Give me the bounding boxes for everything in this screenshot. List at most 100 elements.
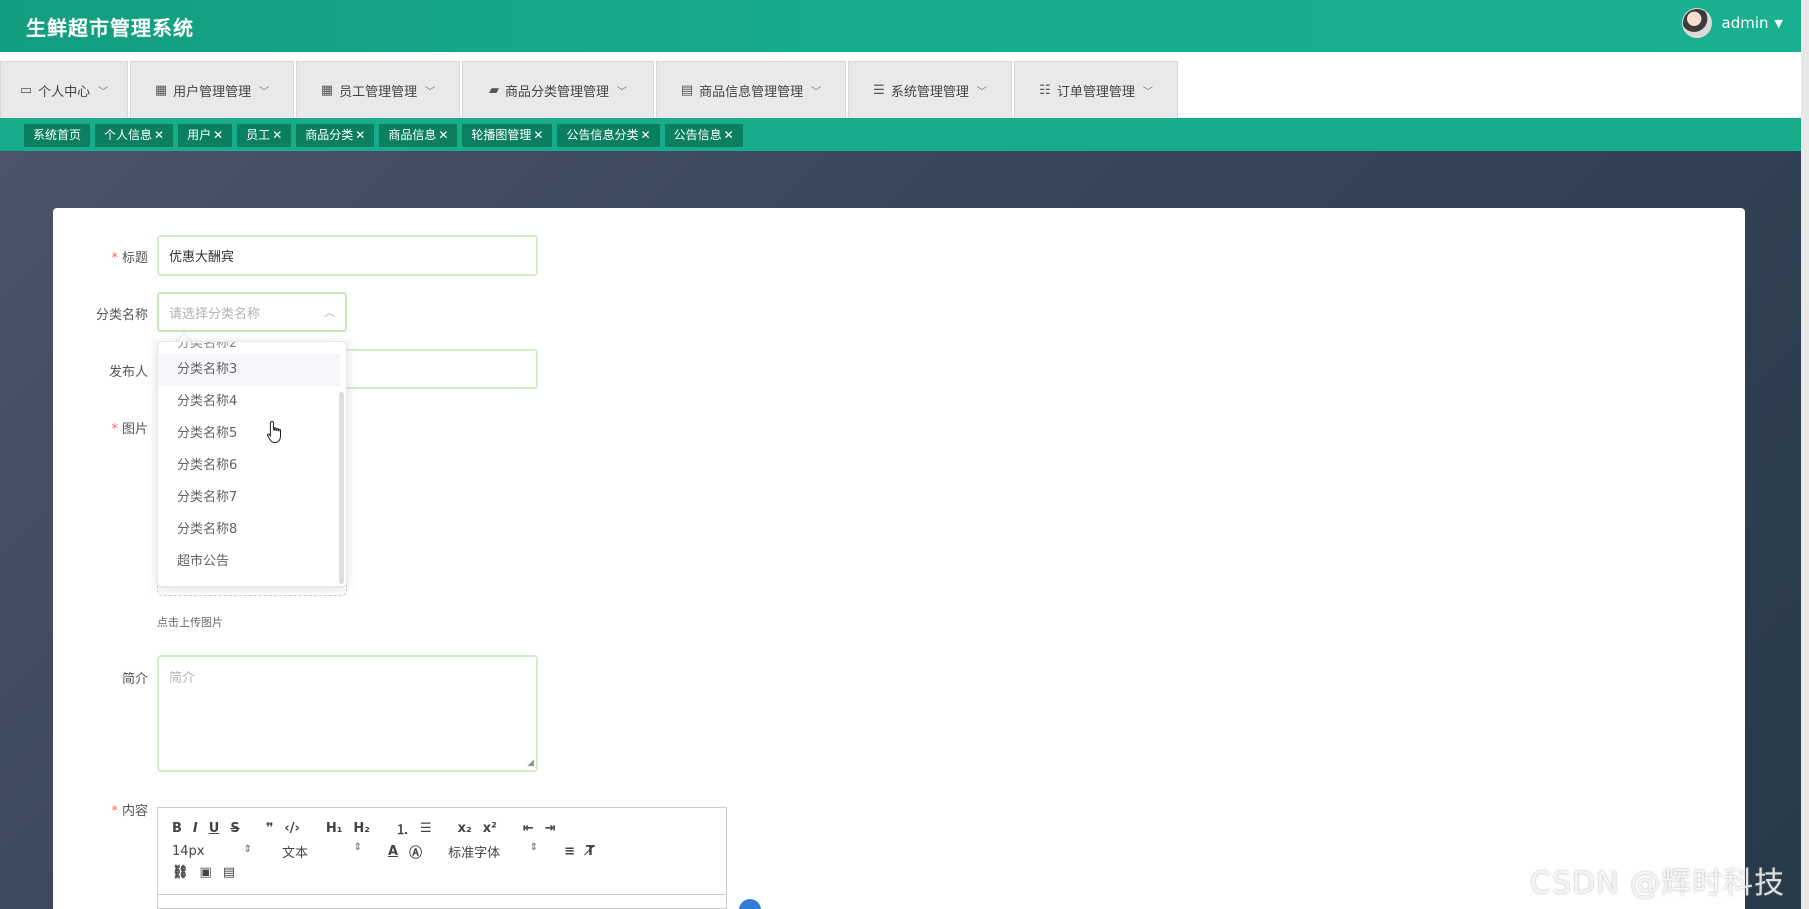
title-input[interactable]: 优惠大酬宾 bbox=[157, 235, 538, 276]
close-icon[interactable]: ✕ bbox=[213, 128, 223, 142]
h1-icon[interactable]: H₁ bbox=[326, 821, 343, 836]
nav-item-category-management[interactable]: ▰ 商品分类管理管理 ﹀ bbox=[462, 61, 654, 118]
tag-label: 商品信息 bbox=[388, 128, 437, 142]
outdent-icon[interactable]: ⇤ bbox=[523, 821, 534, 836]
dropdown-option[interactable]: 分类名称4 bbox=[158, 386, 340, 418]
close-icon[interactable]: ✕ bbox=[724, 128, 734, 142]
nav-item-personal-center[interactable]: ▭ 个人中心 ﹀ bbox=[0, 61, 128, 118]
dropdown-option[interactable]: 分类名称2 bbox=[158, 342, 340, 354]
tag-label: 商品分类 bbox=[305, 128, 354, 142]
chevron-down-icon: ﹀ bbox=[811, 86, 822, 98]
indent-icon[interactable]: ⇥ bbox=[545, 821, 556, 836]
up-down-icon: ⇕ bbox=[243, 844, 252, 855]
nav-item-label: 订单管理管理 bbox=[1056, 84, 1135, 100]
hand-cursor-icon bbox=[266, 420, 281, 443]
close-icon[interactable]: ✕ bbox=[641, 128, 651, 142]
close-icon[interactable]: ✕ bbox=[154, 128, 164, 142]
nav-item-order-management[interactable]: ☷ 订单管理管理 ﹀ bbox=[1014, 61, 1178, 118]
tag-label: 系统首页 bbox=[33, 128, 82, 142]
up-down-icon: ⇕ bbox=[529, 842, 539, 853]
title-label: * 标题 bbox=[111, 251, 148, 266]
top-header: 生鲜超市管理系统 admin ▼ bbox=[0, 0, 1809, 52]
code-icon[interactable]: ‹/› bbox=[284, 821, 299, 836]
tag-home[interactable]: 系统首页 bbox=[24, 124, 91, 147]
align-icon[interactable]: ≡ bbox=[564, 844, 575, 859]
dropdown-option[interactable]: 分类名称6 bbox=[158, 450, 340, 482]
user-menu[interactable]: admin ▼ bbox=[1681, 8, 1783, 38]
tag-product-info[interactable]: 商品信息 ✕ bbox=[379, 124, 458, 147]
tags-view-bar: 系统首页 个人信息 ✕ 用户 ✕ 员工 ✕ 商品分类 ✕ 商品信息 ✕ 轮播图管理 ✕ 公告… bbox=[0, 118, 1801, 151]
italic-icon[interactable]: I bbox=[193, 821, 198, 836]
dropdown-option[interactable]: 分类名称3 bbox=[158, 354, 340, 386]
dropdown-option[interactable]: 分类名称7 bbox=[158, 482, 340, 514]
font-family-select[interactable]: 标准字体 ⇕ bbox=[448, 842, 538, 861]
tag-notice[interactable]: 公告信息 ✕ bbox=[664, 124, 743, 147]
video-icon[interactable]: ▤ bbox=[223, 865, 235, 880]
app-title: 生鲜超市管理系统 bbox=[26, 16, 194, 40]
tag-label: 轮播图管理 bbox=[471, 128, 532, 142]
grid-icon: ▦ bbox=[320, 82, 334, 98]
tag-carousel[interactable]: 轮播图管理 ✕ bbox=[462, 124, 553, 147]
strike-icon[interactable]: S bbox=[230, 821, 239, 836]
nav-item-user-management[interactable]: ▦ 用户管理管理 ﹀ bbox=[130, 61, 294, 118]
up-down-icon: ⇕ bbox=[353, 842, 362, 853]
content-label: * 内容 bbox=[111, 804, 148, 819]
close-icon[interactable]: ✕ bbox=[438, 128, 448, 142]
superscript-icon[interactable]: x² bbox=[483, 821, 497, 836]
close-icon[interactable]: ✕ bbox=[355, 128, 365, 142]
nav-item-label: 系统管理管理 bbox=[890, 84, 969, 100]
quote-icon[interactable]: ❞ bbox=[266, 821, 274, 836]
bullet-list-icon[interactable]: ☰ bbox=[420, 821, 432, 836]
intro-label: 简介 bbox=[121, 672, 148, 687]
clear-format-icon[interactable]: T̸ bbox=[586, 844, 595, 859]
dropdown-scrollbar[interactable] bbox=[339, 392, 344, 584]
tag-product-category[interactable]: 商品分类 ✕ bbox=[296, 124, 375, 147]
nav-item-label: 个人中心 bbox=[38, 84, 91, 100]
h2-icon[interactable]: H₂ bbox=[353, 821, 370, 836]
chevron-down-icon: ﹀ bbox=[1142, 86, 1153, 98]
title-value: 优惠大酬宾 bbox=[169, 250, 235, 265]
dropdown-option[interactable]: 分类名称8 bbox=[158, 514, 340, 546]
avatar[interactable] bbox=[1681, 8, 1712, 38]
wallet-icon: ▰ bbox=[488, 82, 499, 98]
sliders-icon: ☷ bbox=[1039, 82, 1051, 98]
tag-label: 公告信息 bbox=[673, 128, 722, 142]
bold-icon[interactable]: B bbox=[172, 821, 182, 836]
font-size-select[interactable]: 14px ⇕ bbox=[172, 844, 252, 859]
caret-down-icon[interactable]: ▼ bbox=[1775, 17, 1783, 30]
tag-notice-category[interactable]: 公告信息分类 ✕ bbox=[557, 124, 660, 147]
category-select[interactable]: 请选择分类名称 ︿ bbox=[157, 292, 347, 332]
chevron-down-icon: ﹀ bbox=[617, 86, 627, 98]
intro-textarea[interactable]: 简介 ◢ bbox=[157, 655, 538, 772]
header-select[interactable]: 文本 ⇕ bbox=[282, 842, 362, 861]
background-color-icon[interactable]: Ⓐ bbox=[409, 842, 422, 861]
username[interactable]: admin bbox=[1722, 14, 1769, 32]
ordered-list-icon[interactable]: ⒈ bbox=[396, 819, 409, 838]
close-icon[interactable]: ✕ bbox=[272, 128, 282, 142]
resize-handle-icon[interactable]: ◢ bbox=[527, 758, 534, 768]
nav-item-staff-management[interactable]: ▦ 员工管理管理 ﹀ bbox=[296, 61, 460, 118]
nav-item-product-management[interactable]: ▤ 商品信息管理管理 ﹀ bbox=[656, 61, 846, 118]
category-dropdown: 分类名称2 分类名称3 分类名称4 分类名称5 分类名称6 分类名称7 分类名称… bbox=[157, 341, 347, 587]
dropdown-option[interactable]: 分类名称5 bbox=[158, 418, 340, 450]
subscript-icon[interactable]: x₂ bbox=[458, 821, 472, 836]
font-color-icon[interactable]: A bbox=[388, 844, 398, 859]
upload-hint: 点击上传图片 bbox=[157, 616, 223, 629]
publisher-label: 发布人 bbox=[108, 365, 148, 380]
underline-icon[interactable]: U bbox=[209, 821, 220, 836]
tag-personal-info[interactable]: 个人信息 ✕ bbox=[95, 124, 174, 147]
editor-content-area[interactable] bbox=[158, 894, 726, 909]
image-icon[interactable]: ▣ bbox=[200, 865, 212, 880]
nav-item-label: 用户管理管理 bbox=[173, 84, 252, 100]
link-icon[interactable]: ⛓ bbox=[172, 865, 189, 880]
tag-user[interactable]: 用户 ✕ bbox=[178, 124, 233, 147]
page-scrollbar[interactable] bbox=[1801, 0, 1809, 909]
chevron-down-icon: ﹀ bbox=[425, 86, 436, 98]
nav-item-system-management[interactable]: ☰ 系统管理管理 ﹀ bbox=[848, 61, 1012, 118]
close-icon[interactable]: ✕ bbox=[533, 128, 543, 142]
dropdown-option[interactable]: 超市公告 bbox=[158, 546, 340, 578]
tag-label: 员工 bbox=[246, 128, 271, 142]
category-label: 分类名称 bbox=[95, 308, 148, 323]
watermark: CSDN @辉时科技 bbox=[1530, 866, 1786, 901]
tag-staff[interactable]: 员工 ✕ bbox=[237, 124, 292, 147]
